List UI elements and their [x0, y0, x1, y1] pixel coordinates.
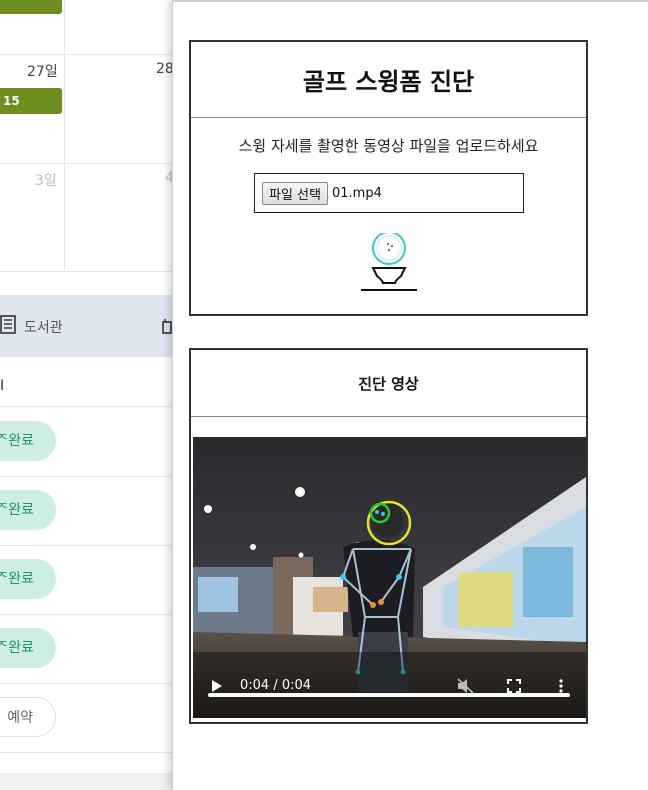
- library-label[interactable]: 도서관: [24, 317, 63, 337]
- list-divider: [0, 476, 172, 477]
- calendar-divider: [64, 0, 65, 270]
- list-divider: [0, 545, 172, 546]
- upload-instruction: 스윙 자세를 촬영한 동영상 파일을 업로드하세요: [238, 137, 539, 155]
- status-pill-completed[interactable]: ᄌ완료: [0, 421, 56, 461]
- golf-ball-on-tee-icon: [361, 233, 417, 291]
- list-divider: [0, 683, 172, 684]
- video-controls: 0:04 / 0:04: [193, 654, 586, 718]
- diagnosis-video-player[interactable]: 0:04 / 0:04: [193, 437, 586, 718]
- status-pill-completed[interactable]: ᄌ완료: [0, 628, 56, 668]
- swing-diagnosis-panel: 골프 스윙폼 진단 스윙 자세를 촬영한 동영상 파일을 업로드하세요 파일 선…: [172, 0, 648, 790]
- status-pill-completed[interactable]: ᄌ완료: [0, 559, 56, 599]
- result-card: 진단 영상 0:04 / 0:04: [189, 348, 588, 724]
- calendar-event-bar[interactable]: 15: [0, 88, 62, 114]
- upload-card: 골프 스윙폼 진단 스윙 자세를 촬영한 동영상 파일을 업로드하세요 파일 선…: [189, 40, 588, 316]
- result-card-title: 진단 영상: [191, 350, 586, 417]
- status-pill-completed[interactable]: ᄌ완료: [0, 490, 56, 530]
- list-divider: [0, 752, 172, 753]
- library-icon: [0, 315, 16, 334]
- list-divider: [0, 406, 172, 407]
- calendar-event-bar[interactable]: [0, 0, 62, 14]
- play-icon[interactable]: [211, 679, 223, 693]
- upload-card-title: 골프 스윙폼 진단: [191, 42, 586, 118]
- choose-file-button[interactable]: 파일 선택: [262, 181, 328, 205]
- calendar-day-27[interactable]: 27일: [27, 61, 58, 81]
- file-input[interactable]: 파일 선택 01.mp4: [254, 173, 524, 213]
- fullscreen-icon[interactable]: [507, 679, 521, 693]
- list-row-text: I: [0, 378, 5, 394]
- footer-band: [0, 773, 172, 790]
- video-time-display: 0:04 / 0:04: [240, 678, 312, 693]
- video-progress-bar[interactable]: [208, 693, 570, 697]
- facility-icon: [162, 319, 172, 334]
- calendar-day-3[interactable]: 3일: [35, 170, 57, 190]
- calendar-day-4[interactable]: 4: [165, 170, 172, 186]
- more-options-icon[interactable]: [558, 679, 564, 693]
- calendar-day-28[interactable]: 28: [156, 61, 172, 77]
- calendar-week-row: [0, 164, 172, 272]
- background-page: 27일 28 15 3일 4 도서관 I ᄌ완료 ᄌ완료 ᄌ완료 ᄌ완료 예약: [0, 0, 172, 790]
- reserve-pill[interactable]: 예약: [0, 697, 56, 737]
- mute-icon[interactable]: [457, 678, 475, 694]
- list-divider: [0, 614, 172, 615]
- selected-file-name: 01.mp4: [331, 185, 382, 201]
